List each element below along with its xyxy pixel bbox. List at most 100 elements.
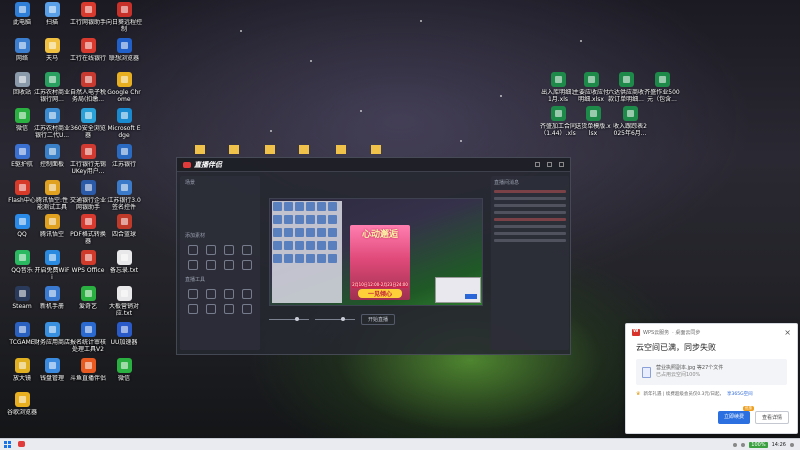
folder-icon[interactable] [371, 145, 381, 154]
failed-file-card[interactable]: 营业执照副本.jpg 等27个文件 已占用云空间100% [636, 359, 787, 385]
app-icon [44, 214, 60, 229]
desktop-shortcut[interactable]: 斗鱼直播伴侣 [70, 358, 106, 382]
clock[interactable]: 14:26 [772, 442, 786, 448]
desktop-shortcut[interactable]: 交通银行企业网银助手 [70, 180, 106, 211]
desktop-shortcut[interactable]: 工行在线银行 [70, 38, 106, 62]
live-streaming-app-window[interactable]: 直播伴侣 场景 添加素材 直播工具 心动邂逅 2月10日12:00-2月23日2… [176, 157, 571, 355]
material-button[interactable] [242, 260, 252, 270]
excel-file-icon [550, 106, 566, 121]
desktop-shortcut[interactable]: 钱盘管理 [34, 358, 70, 382]
desktop-file[interactable]: 送货单模版.xlsx [575, 106, 611, 137]
desktop-shortcut[interactable]: 江苏银行3.0签名控件 [106, 180, 142, 211]
preview-dialog [435, 277, 481, 303]
desktop-shortcut[interactable]: 报名统计审核处理工具V2 [70, 322, 106, 353]
promo-button[interactable]: 一见倾心 [358, 289, 402, 298]
tool-button[interactable] [224, 289, 234, 299]
desktop-shortcut[interactable]: 财务应用商店 [34, 322, 70, 346]
desktop-shortcut[interactable]: PDF格式转换器 [70, 214, 106, 245]
desktop-shortcut[interactable]: 天马 [34, 38, 70, 62]
app-icon [44, 358, 60, 373]
desktop-shortcut[interactable]: 大板营销对应.txt [106, 286, 142, 317]
taskbar-app-live-streaming[interactable] [14, 439, 28, 450]
desktop-shortcut[interactable]: 四合蓝球 [106, 214, 142, 238]
folder-icon[interactable] [195, 145, 205, 154]
desktop-shortcut[interactable]: 江苏农村商业银行网... [34, 72, 70, 103]
desktop-file[interactable]: 齐盛加工合同（1.44）.xlsx [540, 106, 576, 137]
promo-banner[interactable]: 心动邂逅 2月10日12:00-2月23日24:00 一见倾心 [350, 225, 410, 300]
notification-title: 云空间已满，同步失败 [636, 343, 716, 352]
maximize-icon[interactable] [547, 162, 552, 167]
app-title-bar[interactable]: 直播伴侣 [177, 158, 570, 172]
tool-button[interactable] [224, 304, 234, 314]
desktop-shortcut[interactable]: 扫描 [34, 2, 70, 26]
desktop-shortcut[interactable]: 工行银行无锡UKey用户... [70, 144, 106, 175]
desktop-shortcut[interactable]: 江苏银行 [106, 144, 142, 168]
material-button[interactable] [206, 245, 216, 255]
folder-icon[interactable] [265, 145, 275, 154]
vip-promo-line: ♛ 新年礼遇 | 续费超级会员仅0.3元/日起， 享365G空间 [626, 385, 797, 397]
desktop-shortcut[interactable]: 谷歌浏览器 [4, 392, 40, 416]
desktop-shortcut[interactable]: WPS Office [70, 250, 106, 274]
volume-icon[interactable] [741, 442, 746, 447]
desktop-shortcut[interactable]: 向日葵远程控制 [106, 2, 142, 33]
desktop-shortcut[interactable]: 爱奇艺 [70, 286, 106, 310]
windows-logo-icon [3, 441, 11, 448]
desktop-file[interactable]: 六达供应商收款订单明细... [608, 72, 644, 103]
app-icon [80, 38, 96, 53]
material-button[interactable] [188, 260, 198, 270]
desktop-shortcut[interactable]: 控制面板 [34, 144, 70, 168]
scene-panel: 场景 添加素材 直播工具 [180, 176, 260, 350]
desktop-file[interactable]: 齐盛作业500元（包含... [644, 72, 680, 103]
notification-center-icon[interactable] [790, 442, 794, 447]
material-button[interactable] [206, 260, 216, 270]
desktop-shortcut[interactable]: 360安全浏览器 [70, 108, 106, 139]
desktop-shortcut[interactable]: 自然人电子税务局(扣缴... [70, 72, 106, 103]
material-button[interactable] [224, 245, 234, 255]
folder-icon[interactable] [229, 145, 239, 154]
tool-button[interactable] [188, 289, 198, 299]
desktop-shortcut[interactable]: 微信 [106, 358, 142, 382]
start-button[interactable] [0, 439, 14, 450]
desktop-shortcut[interactable]: Google Chrome [106, 72, 142, 103]
app-icon [44, 250, 60, 265]
folder-icon[interactable] [299, 145, 309, 154]
close-icon[interactable]: × [784, 328, 791, 337]
speaker-volume-slider[interactable] [315, 316, 355, 321]
wps-cloud-notification[interactable]: WPS云服务 · 桌面云同步 × 云空间已满，同步失败 营业执照副本.jpg 等… [625, 323, 798, 434]
tool-button[interactable] [206, 289, 216, 299]
desktop-file[interactable]: 主要应收应付明细.xlsx [573, 72, 609, 103]
folder-icon[interactable] [336, 145, 346, 154]
stream-preview[interactable]: 心动邂逅 2月10日12:00-2月23日24:00 一见倾心 [269, 198, 483, 306]
desktop-file[interactable]: 出入库明细11月.xls [540, 72, 576, 103]
desktop-shortcut[interactable]: 工行网银助手 [70, 2, 106, 26]
tool-button[interactable] [242, 304, 252, 314]
shortcut-label: 360安全浏览器 [70, 125, 106, 139]
tool-button[interactable] [242, 289, 252, 299]
desktop-shortcut[interactable]: 联想浏览器 [106, 38, 142, 62]
material-button[interactable] [224, 260, 234, 270]
renew-button[interactable]: 立即续费 优惠 [717, 406, 754, 424]
desktop-shortcut[interactable]: 腾讯悟空 [34, 214, 70, 238]
vip-link[interactable]: 享365G空间 [727, 391, 753, 397]
desktop-shortcut[interactable]: 开启免费WiFi [34, 250, 70, 281]
view-details-button[interactable]: 查看详情 [754, 411, 789, 424]
desktop-shortcut[interactable]: 新机手册 [34, 286, 70, 310]
shortcut-label: 腾讯悟空:性能测试工具 [35, 197, 69, 211]
mic-volume-slider[interactable] [269, 316, 309, 321]
tool-button[interactable] [206, 304, 216, 314]
tool-button[interactable] [188, 304, 198, 314]
start-live-button[interactable]: 开始直播 [361, 313, 396, 325]
app-icon [14, 2, 30, 17]
desktop-file[interactable]: 收入跟踪表2025年6月... [612, 106, 648, 137]
desktop-shortcut[interactable]: 备忘录.txt [106, 250, 142, 274]
material-button[interactable] [188, 245, 198, 255]
battery-indicator[interactable]: 100% [749, 441, 768, 448]
close-icon[interactable] [559, 162, 564, 167]
desktop-shortcut[interactable]: UU加速器 [106, 322, 142, 346]
network-icon[interactable] [733, 442, 738, 447]
desktop-shortcut[interactable]: 江苏农村商业银行二代U... [34, 108, 70, 139]
desktop-shortcut[interactable]: 腾讯悟空:性能测试工具 [34, 180, 70, 211]
desktop-shortcut[interactable]: Microsoft Edge [106, 108, 142, 139]
material-button[interactable] [242, 245, 252, 255]
minimize-icon[interactable] [535, 162, 540, 167]
